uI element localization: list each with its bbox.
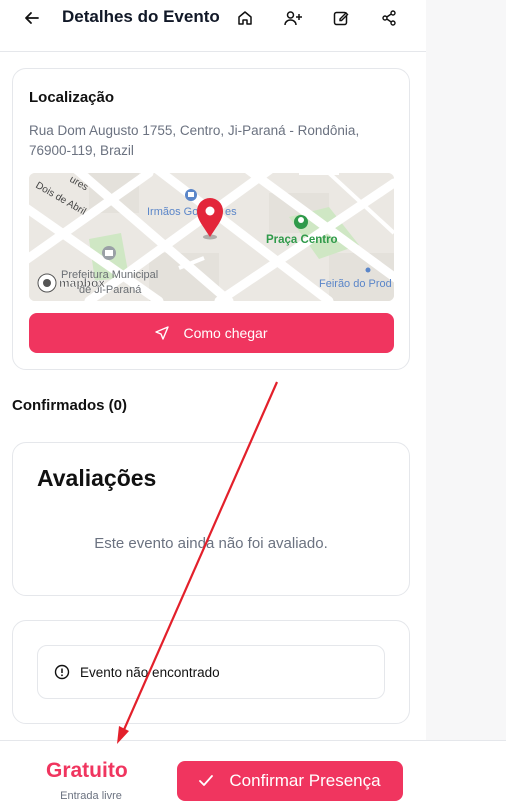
- navigation-icon: [155, 326, 170, 340]
- side-background: [426, 0, 506, 740]
- error-card: Evento não encontrado: [12, 620, 410, 724]
- map[interactable]: Dois de Abril ures Irmãos Go es Praça Ce…: [29, 173, 394, 301]
- edit-icon[interactable]: [329, 6, 353, 30]
- user-plus-icon[interactable]: [281, 6, 305, 30]
- arrow-left-icon[interactable]: [20, 6, 44, 30]
- page-title: Detalhes do Evento: [62, 7, 220, 26]
- reviews-empty-text: Este evento ainda não foi avaliado.: [94, 535, 328, 552]
- confirmed-count: Confirmados (0): [12, 397, 128, 414]
- location-card: Localização Rua Dom Augusto 1755, Centro…: [12, 68, 410, 370]
- svg-text:mapbox: mapbox: [59, 276, 105, 290]
- map-poi-label: Irmãos Go: [147, 206, 198, 218]
- location-title: Localização: [29, 89, 115, 106]
- price-note: Entrada livre: [60, 790, 122, 802]
- map-poi-label: Feirão do Prod: [319, 278, 392, 290]
- map-poi-label: Praça Centro: [266, 234, 338, 246]
- error-alert: Evento não encontrado: [37, 645, 385, 699]
- error-message: Evento não encontrado: [80, 664, 220, 680]
- mapbox-logo: mapbox: [37, 273, 106, 293]
- bottom-bar: Gratuito Entrada livre Confirmar Presenç…: [0, 740, 506, 808]
- alert-circle-icon: [54, 664, 70, 680]
- location-address: Rua Dom Augusto 1755, Centro, Ji-Paraná …: [29, 123, 360, 158]
- confirm-attendance-label: Confirmar Presença: [229, 771, 381, 790]
- top-bar: Detalhes do Evento: [0, 0, 426, 52]
- share-icon[interactable]: [377, 6, 401, 30]
- confirm-attendance-button[interactable]: Confirmar Presença: [177, 761, 403, 801]
- map-poi-label: es: [225, 206, 237, 218]
- home-icon[interactable]: [233, 6, 257, 30]
- directions-button-label: Como chegar: [183, 325, 268, 341]
- directions-button[interactable]: Como chegar: [29, 313, 394, 353]
- map-canvas: Dois de Abril ures Irmãos Go es Praça Ce…: [29, 173, 394, 301]
- check-icon: [199, 775, 214, 786]
- reviews-card: Avaliações Este evento ainda não foi ava…: [12, 442, 410, 596]
- reviews-title: Avaliações: [37, 465, 157, 491]
- price: Gratuito: [46, 759, 128, 782]
